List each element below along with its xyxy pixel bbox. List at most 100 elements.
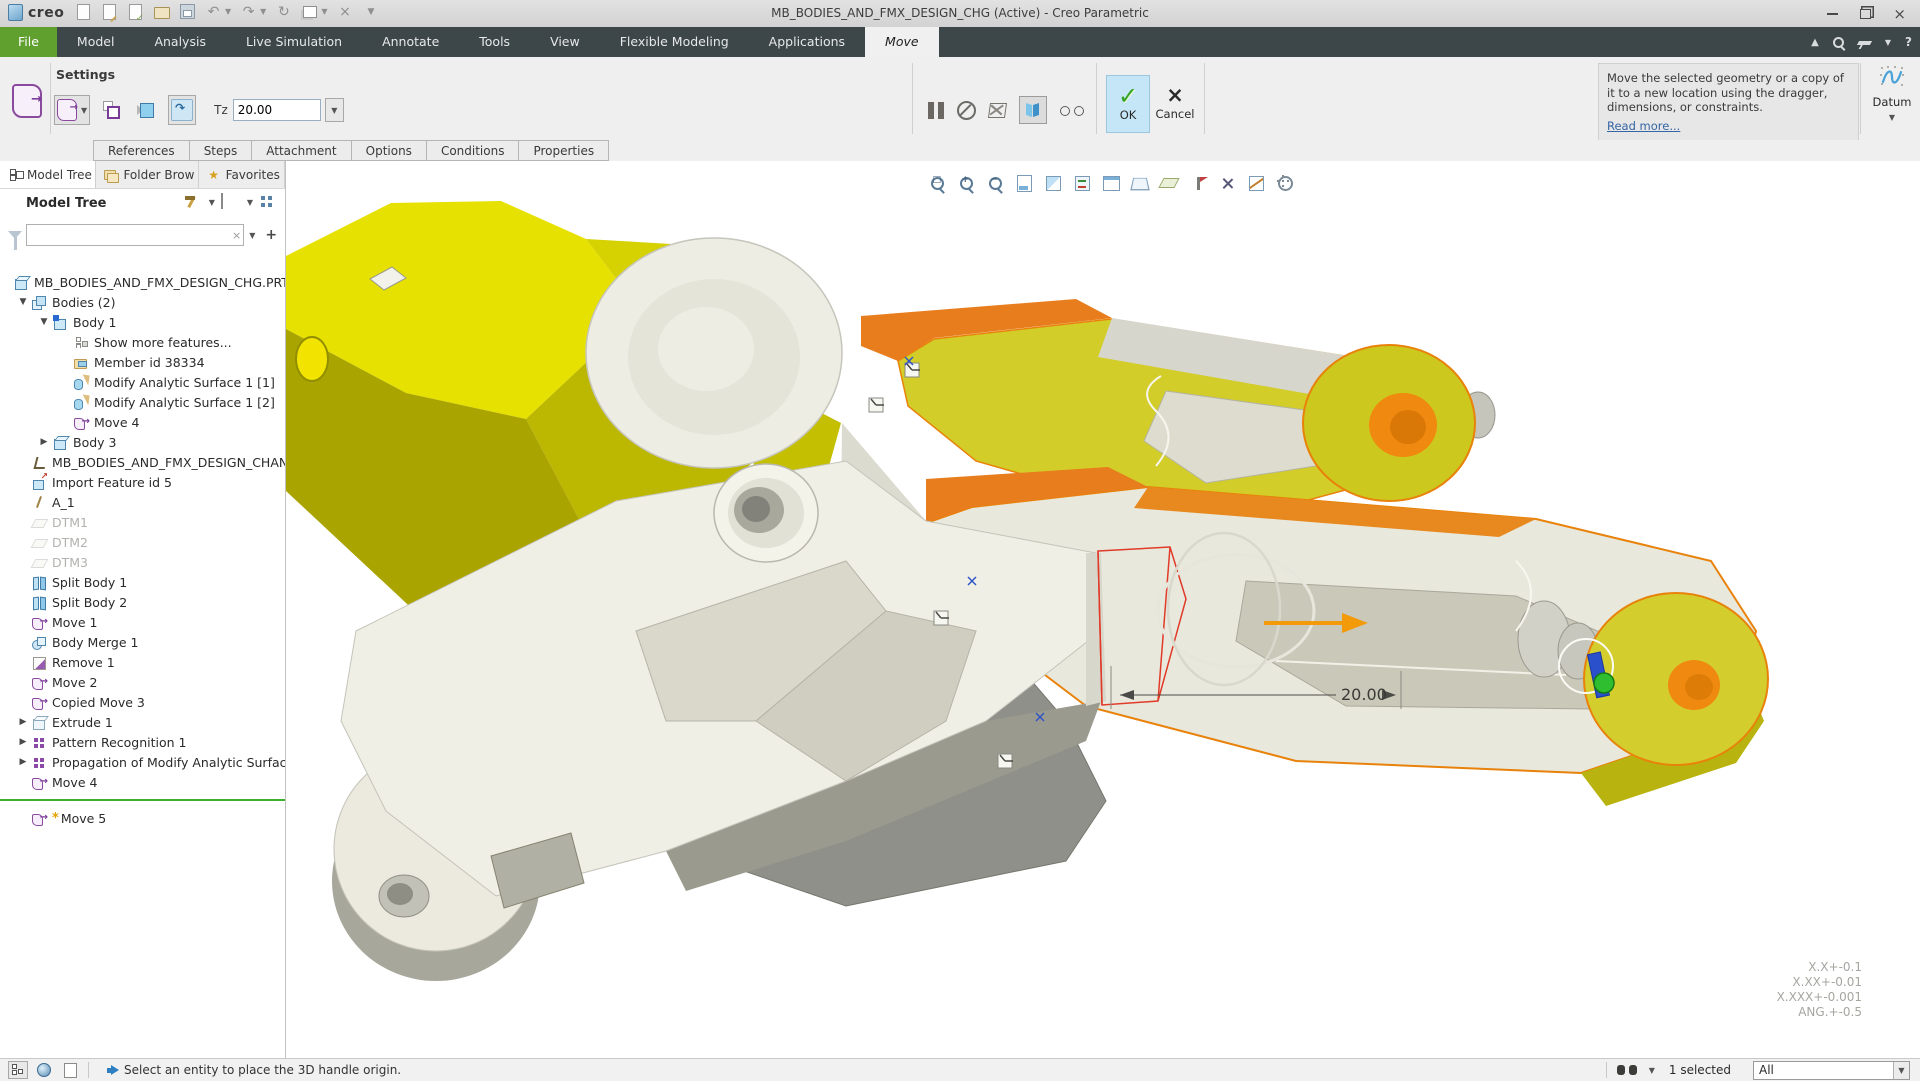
tree-item[interactable]: Move 4 xyxy=(0,412,285,432)
panel-tab-favorites[interactable]: ★ Favorites xyxy=(199,161,286,188)
3d-viewport[interactable]: □ + − 20.00 X.X+-0.1 X.XX+-0.01 X.XXX+-0… xyxy=(286,161,1920,1058)
tree-settings-icon[interactable] xyxy=(259,194,275,210)
expand-icon[interactable]: ▶ xyxy=(35,437,53,447)
tab-move[interactable]: Move xyxy=(865,27,939,57)
toggle-navigator-icon[interactable] xyxy=(8,1061,28,1079)
tab-analysis[interactable]: Analysis xyxy=(134,27,226,57)
tree-item[interactable]: *Move 5 xyxy=(0,808,285,828)
model-cylinder-boss[interactable] xyxy=(585,237,843,469)
annotation-display-button[interactable] xyxy=(1185,171,1211,195)
tree-item[interactable]: MB_BODIES_AND_FMX_DESIGN_CHANGE xyxy=(0,452,285,472)
tree-item[interactable]: Move 1 xyxy=(0,612,285,632)
tree-item[interactable]: Member id 38334 xyxy=(0,352,285,372)
collapse-icon[interactable]: ▼ xyxy=(14,297,32,307)
search-icon[interactable] xyxy=(1832,36,1844,48)
close-icon[interactable]: × xyxy=(1893,5,1906,23)
zoom-out-button[interactable]: − xyxy=(982,171,1008,195)
dimension-value[interactable]: 20.00 xyxy=(1341,685,1387,704)
datum-display-button[interactable] xyxy=(1156,171,1182,195)
dashboard-tab-properties[interactable]: Properties xyxy=(519,140,610,161)
tree-item[interactable]: ▶ Pattern Recognition 1 xyxy=(0,732,285,752)
tab-flexible-modeling[interactable]: Flexible Modeling xyxy=(600,27,749,57)
tree-item[interactable]: ▶ Propagation of Modify Analytic Surface … xyxy=(0,752,285,772)
chevron-down-icon[interactable]: ▼ xyxy=(1649,1066,1655,1075)
tab-model[interactable]: Model xyxy=(57,27,135,57)
tree-columns-icon[interactable] xyxy=(220,193,223,209)
panel-tab-model-tree[interactable]: Model Tree xyxy=(0,161,97,188)
find-icon[interactable] xyxy=(1616,1064,1637,1076)
move-feature-button[interactable] xyxy=(8,79,46,123)
tree-item[interactable]: DTM1 xyxy=(0,512,285,532)
tree-item[interactable]: A_1 xyxy=(0,492,285,512)
tree-item[interactable]: MB_BODIES_AND_FMX_DESIGN_CHG.PRT xyxy=(0,272,285,292)
spin-center-button[interactable] xyxy=(1214,171,1240,195)
panel-tab-folder-brow[interactable]: Folder Brow xyxy=(96,161,199,188)
pause-icon[interactable] xyxy=(928,101,944,119)
expand-icon[interactable]: ▶ xyxy=(14,717,32,727)
model-upper-arm[interactable] xyxy=(861,299,1496,507)
tree-item[interactable]: ▼ Body 1 xyxy=(0,312,285,332)
tree-item[interactable]: DTM2 xyxy=(0,532,285,552)
copy-geometry-button[interactable] xyxy=(100,95,124,125)
tree-item[interactable]: ▶ Extrude 1 xyxy=(0,712,285,732)
add-filter-icon[interactable]: + xyxy=(265,227,277,243)
new-body-button[interactable] xyxy=(134,95,158,125)
tree-item[interactable]: ▼ Bodies (2) xyxy=(0,292,285,312)
clear-filter-icon[interactable]: × xyxy=(232,229,241,242)
insert-here-indicator[interactable] xyxy=(0,792,285,808)
minimize-icon[interactable] xyxy=(1827,12,1839,15)
tz-dropdown-button[interactable]: ▼ xyxy=(324,98,344,122)
tree-item[interactable]: Move 4 xyxy=(0,772,285,792)
tree-item[interactable]: Import Feature id 5 xyxy=(0,472,285,492)
no-preview-icon[interactable] xyxy=(957,100,976,120)
refit-button[interactable]: □ xyxy=(924,171,950,195)
tree-filters-icon[interactable] xyxy=(183,194,199,210)
tree-item[interactable]: Modify Analytic Surface 1 [2] xyxy=(0,392,285,412)
display-style-button[interactable] xyxy=(1040,171,1066,195)
expand-icon[interactable]: ▶ xyxy=(14,757,32,767)
browser-icon[interactable] xyxy=(36,1062,54,1078)
move-type-button[interactable]: ▼ xyxy=(54,95,91,125)
dashboard-tab-references[interactable]: References xyxy=(93,140,190,161)
perspective-button[interactable] xyxy=(1127,171,1153,195)
dashboard-tab-steps[interactable]: Steps xyxy=(189,140,253,161)
attached-preview-button[interactable] xyxy=(1019,96,1047,124)
tab-view[interactable]: View xyxy=(530,27,600,57)
tab-annotate[interactable]: Annotate xyxy=(362,27,459,57)
dashboard-tab-options[interactable]: Options xyxy=(351,140,427,161)
cancel-button[interactable]: × Cancel xyxy=(1152,75,1198,131)
zoom-in-button[interactable]: + xyxy=(953,171,979,195)
tree-item[interactable]: Move 2 xyxy=(0,672,285,692)
view-manager-button[interactable] xyxy=(1098,171,1124,195)
tree-item[interactable]: Body Merge 1 xyxy=(0,632,285,652)
chevron-down-icon[interactable]: ▼ xyxy=(1885,38,1891,47)
dashboard-tab-attachment[interactable]: Attachment xyxy=(252,140,352,161)
tree-item[interactable]: Modify Analytic Surface 1 [1] xyxy=(0,372,285,392)
ok-button[interactable]: ✓ OK xyxy=(1106,75,1150,133)
expand-icon[interactable]: ▶ xyxy=(14,737,32,747)
tree-item[interactable]: DTM3 xyxy=(0,552,285,572)
tree-item[interactable]: Split Body 1 xyxy=(0,572,285,592)
repaint-button[interactable] xyxy=(1011,171,1037,195)
restore-icon[interactable] xyxy=(1860,8,1872,19)
minimize-ribbon-icon[interactable]: ▲ xyxy=(1811,37,1819,48)
attach-geometry-button[interactable] xyxy=(168,95,197,125)
chevron-down-icon[interactable]: ▼ xyxy=(249,231,255,240)
tab-tools[interactable]: Tools xyxy=(459,27,530,57)
tab-live-simulation[interactable]: Live Simulation xyxy=(226,27,362,57)
unattached-preview-icon[interactable] xyxy=(987,102,1008,118)
dashboard-tab-conditions[interactable]: Conditions xyxy=(426,140,520,161)
tab-applications[interactable]: Applications xyxy=(749,27,865,57)
selection-filter-combo[interactable]: All ▼ xyxy=(1753,1060,1910,1080)
read-more-link[interactable]: Read more... xyxy=(1607,119,1680,134)
filter-funnel-icon[interactable] xyxy=(8,231,22,250)
tree-item[interactable]: Remove 1 xyxy=(0,652,285,672)
collapse-icon[interactable]: ▼ xyxy=(35,317,53,327)
new-window-icon[interactable] xyxy=(62,1062,80,1078)
help-icon[interactable]: ? xyxy=(1905,35,1912,49)
learning-center-icon[interactable] xyxy=(1856,41,1873,45)
tree-item[interactable]: ▶ Body 3 xyxy=(0,432,285,452)
tz-input[interactable] xyxy=(232,99,321,121)
tree-item[interactable]: Copied Move 3 xyxy=(0,692,285,712)
tab-file[interactable]: File xyxy=(0,27,57,57)
